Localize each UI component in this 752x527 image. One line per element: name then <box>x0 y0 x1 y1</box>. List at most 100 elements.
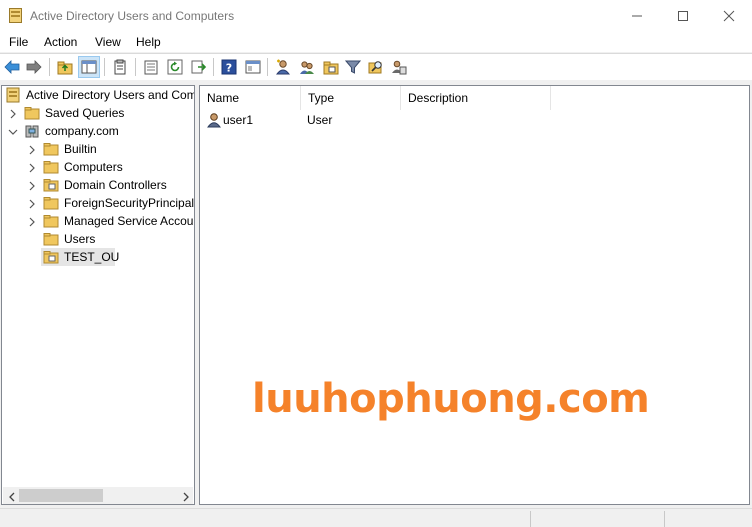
tree-item-test-ou[interactable]: TEST_OU <box>2 248 194 266</box>
menu-file[interactable]: File <box>9 35 28 49</box>
column-header-type[interactable]: Type <box>301 86 401 110</box>
tree-item-users[interactable]: Users <box>2 230 194 248</box>
column-header-description[interactable]: Description <box>401 86 551 110</box>
filter-icon <box>345 60 361 74</box>
close-icon <box>723 10 735 22</box>
chevron-right-icon[interactable] <box>27 180 37 191</box>
new-user-button[interactable] <box>273 57 293 77</box>
tree-item-label: Active Directory Users and Com <box>26 88 195 102</box>
minimize-icon <box>632 15 642 17</box>
console-view-button[interactable] <box>243 57 263 77</box>
folder-icon <box>43 159 59 175</box>
scroll-left-icon[interactable] <box>8 491 16 502</box>
folder-icon <box>43 195 59 211</box>
tree-item-root[interactable]: Active Directory Users and Com <box>2 86 194 104</box>
maximize-icon <box>678 11 688 21</box>
scrollbar-thumb[interactable] <box>19 489 103 502</box>
properties-icon <box>144 60 158 75</box>
refresh-icon <box>167 59 183 75</box>
window-title: Active Directory Users and Computers <box>30 9 235 23</box>
folder-icon <box>43 231 59 247</box>
up-one-level-button[interactable] <box>55 57 75 77</box>
watermark-text: luuhophuong.com <box>252 376 650 422</box>
back-button[interactable] <box>2 57 22 77</box>
toolbar-separator <box>49 58 50 76</box>
toolbar: ? <box>0 54 752 80</box>
ou-folder-icon <box>43 249 59 265</box>
tree-item-label: company.com <box>45 124 119 138</box>
toolbar-separator <box>135 58 136 76</box>
ou-folder-icon <box>43 177 59 193</box>
properties-button[interactable] <box>141 57 161 77</box>
help-icon: ? <box>221 59 237 75</box>
new-group-button[interactable] <box>297 57 317 77</box>
tree-item-foreign-security-principals[interactable]: ForeignSecurityPrincipals <box>2 194 194 212</box>
tree-item-domain[interactable]: company.com <box>2 122 194 140</box>
forward-button[interactable] <box>24 57 44 77</box>
show-hide-console-tree-icon <box>81 60 97 74</box>
clipboard-button[interactable] <box>110 57 130 77</box>
tree-item-label: Users <box>64 232 96 246</box>
filter-button[interactable] <box>343 57 363 77</box>
details-pane: Name Type Description user1 User luuhoph… <box>199 85 750 505</box>
status-divider <box>530 511 531 527</box>
tree-item-label: Saved Queries <box>45 106 125 120</box>
delegate-control-button[interactable] <box>389 57 409 77</box>
chevron-down-icon[interactable] <box>8 126 18 136</box>
tree-item-label: Builtin <box>64 142 97 156</box>
menu-bar: File Action View Help <box>0 32 752 52</box>
menu-view[interactable]: View <box>95 35 121 49</box>
back-arrow-icon <box>4 60 20 74</box>
show-hide-console-tree-button[interactable] <box>78 56 100 78</box>
find-button[interactable] <box>366 57 386 77</box>
ad-app-icon <box>9 8 22 23</box>
forward-arrow-icon <box>26 60 42 74</box>
chevron-right-icon[interactable] <box>27 216 37 227</box>
folder-icon <box>43 141 59 157</box>
tree-item-domain-controllers[interactable]: Domain Controllers <box>2 176 194 194</box>
tree-item-label: Domain Controllers <box>64 178 167 192</box>
new-ou-button[interactable] <box>321 57 341 77</box>
new-user-icon <box>275 59 291 75</box>
export-list-icon <box>191 60 207 74</box>
toolbar-separator <box>213 58 214 76</box>
delegate-control-icon <box>392 60 407 75</box>
ad-console-icon <box>5 87 21 103</box>
menu-help[interactable]: Help <box>136 35 161 49</box>
tree-item-saved-queries[interactable]: Saved Queries <box>2 104 194 122</box>
close-button[interactable] <box>706 0 752 32</box>
list-item[interactable]: user1 User <box>200 110 600 130</box>
new-ou-icon <box>323 61 339 75</box>
find-icon <box>368 61 382 74</box>
tree-item-label: Computers <box>64 160 123 174</box>
scroll-right-icon[interactable] <box>182 491 190 502</box>
refresh-button[interactable] <box>165 57 185 77</box>
chevron-right-icon[interactable] <box>27 162 37 173</box>
toolbar-separator <box>104 58 105 76</box>
tree-horizontal-scrollbar[interactable] <box>3 487 193 504</box>
tree-item-label: Managed Service Accour <box>64 214 195 228</box>
user-name: user1 <box>223 113 254 127</box>
title-bar: Active Directory Users and Computers <box>0 0 752 32</box>
export-list-button[interactable] <box>189 57 209 77</box>
tree-item-computers[interactable]: Computers <box>2 158 194 176</box>
help-button[interactable]: ? <box>219 57 239 77</box>
console-view-icon <box>245 60 261 74</box>
tree-item-builtin[interactable]: Builtin <box>2 140 194 158</box>
user-icon <box>206 112 222 128</box>
user-type: User <box>307 113 333 127</box>
status-divider <box>664 511 665 527</box>
tree-item-managed-service-accounts[interactable]: Managed Service Accour <box>2 212 194 230</box>
chevron-right-icon[interactable] <box>27 144 37 155</box>
folder-icon <box>43 213 59 229</box>
toolbar-separator <box>267 58 268 76</box>
column-header-name[interactable]: Name <box>200 86 301 110</box>
chevron-right-icon[interactable] <box>27 198 37 209</box>
chevron-right-icon[interactable] <box>8 108 18 119</box>
menu-action[interactable]: Action <box>44 35 77 49</box>
maximize-button[interactable] <box>660 0 706 32</box>
tree-item-label: ForeignSecurityPrincipals <box>64 196 195 210</box>
domain-icon <box>24 123 40 139</box>
up-folder-icon <box>57 61 73 75</box>
minimize-button[interactable] <box>614 0 660 32</box>
